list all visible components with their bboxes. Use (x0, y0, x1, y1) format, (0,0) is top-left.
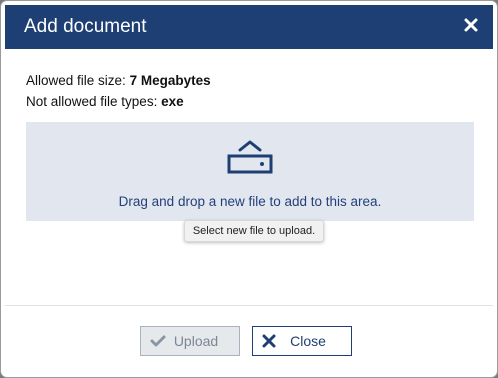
upload-button[interactable]: Upload (140, 326, 240, 356)
close-button-label: Close (290, 333, 326, 349)
not-allowed-file-types: Not allowed file types: exe (26, 94, 184, 110)
dropzone-text: Drag and drop a new file to add to this … (118, 194, 382, 209)
not-allowed-value: exe (161, 94, 184, 109)
file-dropzone[interactable]: Drag and drop a new file to add to this … (26, 122, 474, 221)
allowed-file-size: Allowed file size: 7 Megabytes (26, 73, 211, 89)
footer-divider (5, 305, 493, 306)
not-allowed-label: Not allowed file types: (26, 94, 158, 109)
allowed-size-label: Allowed file size: (26, 73, 126, 88)
dialog-header: Add document (5, 5, 493, 49)
upload-tray-icon (227, 140, 273, 174)
close-button[interactable]: Close (252, 326, 352, 356)
dialog-title: Add document (24, 16, 147, 37)
allowed-size-value: 7 Megabytes (129, 73, 211, 88)
upload-tooltip: Select new file to upload. (184, 220, 324, 242)
upload-button-label: Upload (173, 333, 219, 349)
close-icon[interactable] (461, 15, 481, 35)
add-document-dialog: Add document Allowed file size: 7 Megaby… (1, 1, 497, 377)
